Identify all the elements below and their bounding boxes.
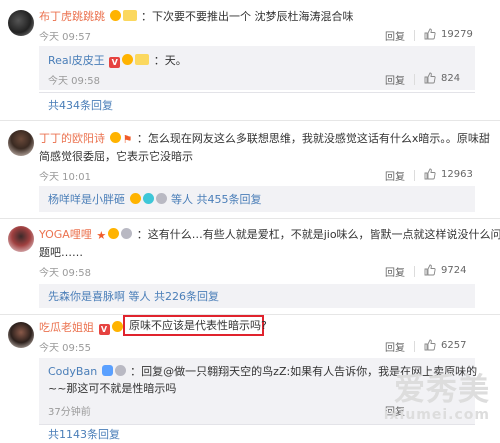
site-watermark: 爱秀美 ixiumei.com	[384, 373, 490, 423]
crown-icon	[111, 321, 123, 332]
like-count: 6257	[441, 339, 467, 351]
reply-button[interactable]: 回复	[385, 72, 405, 87]
comment-header: 布丁虎跳跳跳 ：下次要不要推出一个 沈梦辰杜海涛混合味	[39, 9, 354, 24]
level-badge-icon	[122, 10, 137, 21]
more-replies-link[interactable]: 等人 共455条回复	[171, 193, 262, 206]
reply-summary[interactable]: 杨咩咩是小胖砸 等人 共455条回复	[48, 192, 262, 207]
like-button[interactable]: 824	[424, 72, 460, 84]
comment-text: 原味不应该是代表性暗示吗?	[129, 319, 267, 332]
like-button[interactable]: 6257	[424, 339, 466, 351]
reply-summary[interactable]: 先森你是喜脉啊 等人 共226条回复	[48, 289, 219, 304]
divider	[414, 170, 415, 181]
reply-header: Real皮皮王 V ：天。	[48, 53, 187, 68]
reply-username[interactable]: Real皮皮王	[48, 54, 105, 67]
flag-icon: ⚑	[122, 133, 133, 146]
divider	[0, 120, 500, 121]
avatar[interactable]	[8, 322, 34, 348]
star-icon: ★	[96, 229, 107, 242]
crown-icon	[109, 10, 121, 21]
verified-v-icon: V	[98, 324, 110, 335]
comment-time: 今天 10:01	[39, 172, 91, 183]
reply-time: 37分钟前	[48, 407, 91, 418]
crown-icon	[129, 193, 141, 204]
divider	[414, 30, 415, 41]
comment-time: 今天 09:57	[39, 32, 91, 43]
comment-text-cont: 题吧……	[39, 246, 83, 259]
like-count: 12963	[441, 168, 473, 180]
divider	[39, 424, 475, 425]
comments-page: 布丁虎跳跳跳 ：下次要不要推出一个 沈梦辰杜海涛混合味 今天 09:57 回复 …	[0, 0, 500, 443]
comment-header: 丁丁的欧阳诗 ⚑ ：怎么现在网友这么多联想思维，我就没感觉这话有什么x暗示。。原…	[39, 131, 490, 146]
username[interactable]: 吃瓜老姐姐	[39, 321, 94, 334]
crown-icon	[109, 132, 121, 143]
avatar[interactable]	[8, 130, 34, 156]
comment-time: 今天 09:58	[39, 268, 91, 279]
avatar[interactable]	[8, 226, 34, 252]
comment-header: YOGA哩哩 ★ ：这有什么…有些人就是爱杠，不就是jio味么，皆默一点就这样说…	[39, 227, 500, 242]
comment-time: 今天 09:55	[39, 343, 91, 354]
reply-button[interactable]: 回复	[385, 168, 405, 183]
thumb-up-icon	[424, 264, 436, 276]
reply-button[interactable]: 回复	[385, 264, 405, 279]
like-button[interactable]: 19279	[424, 28, 473, 40]
comment-text: ：怎么现在网友这么多联想思维，我就没感觉这话有什么x暗示。。原味甜	[136, 132, 490, 145]
more-replies-link[interactable]: 共1143条回复	[48, 427, 120, 442]
divider	[414, 74, 415, 85]
reply-text: ：天。	[153, 54, 187, 67]
sunglasses-icon	[108, 228, 120, 239]
watermark-text: 爱秀美	[394, 372, 490, 408]
reply-text-cont: ~~那这可不就是性暗示吗	[48, 382, 177, 395]
username[interactable]: 布丁虎跳跳跳	[39, 10, 105, 23]
member-icon	[101, 365, 113, 376]
more-replies-link[interactable]: 等人 共226条回复	[129, 290, 220, 303]
medal-icon	[155, 193, 167, 204]
watermark-url: ixiumei.com	[383, 407, 490, 423]
crown-icon	[122, 54, 134, 65]
reply-username[interactable]: 先森你是喜脉啊	[48, 290, 125, 303]
divider	[414, 266, 415, 277]
medal-icon	[114, 365, 126, 376]
like-button[interactable]: 12963	[424, 168, 473, 180]
username[interactable]: YOGA哩哩	[39, 228, 92, 241]
like-count: 9724	[441, 264, 467, 276]
reply-time: 今天 09:58	[48, 76, 100, 87]
level-badge-icon	[135, 54, 150, 65]
thumb-up-icon	[424, 339, 436, 351]
comment-header: 吃瓜老姐姐 V	[39, 320, 124, 335]
medal-icon	[121, 228, 133, 239]
reply-button[interactable]: 回复	[385, 28, 405, 43]
verified-v-icon: V	[109, 57, 121, 68]
reply-username[interactable]: CodyBan	[48, 365, 97, 378]
thumb-up-icon	[424, 168, 436, 180]
reply-username[interactable]: 杨咩咩是小胖砸	[48, 193, 125, 206]
avatar[interactable]	[8, 10, 34, 36]
comment-text: ：这有什么…有些人就是爱杠，不就是jio味么，皆默一点就这样说没什么问	[136, 228, 500, 241]
thumb-up-icon	[424, 28, 436, 40]
reply-button[interactable]: 回复	[385, 339, 405, 354]
divider	[0, 218, 500, 219]
thumb-up-icon	[424, 72, 436, 84]
like-button[interactable]: 9724	[424, 264, 466, 276]
username[interactable]: 丁丁的欧阳诗	[39, 132, 105, 145]
like-count: 19279	[441, 28, 473, 40]
divider	[414, 341, 415, 352]
more-replies-link[interactable]: 共434条回复	[48, 98, 113, 113]
comment-text: ：下次要不要推出一个 沈梦辰杜海涛混合味	[141, 10, 354, 23]
comment-text-cont: 简感觉很委屈，它表示它没暗示	[39, 150, 193, 163]
divider	[39, 92, 475, 93]
member-icon	[142, 193, 154, 204]
like-count: 824	[441, 72, 461, 84]
